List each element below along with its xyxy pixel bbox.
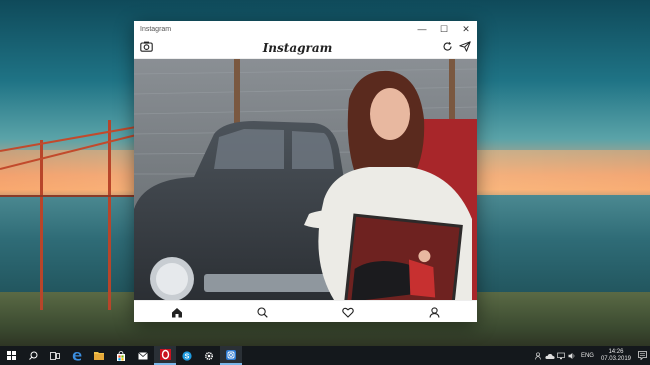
minimize-button[interactable]: — <box>411 21 433 37</box>
instagram-logo: Instagram <box>262 40 333 55</box>
settings-icon[interactable] <box>198 346 220 365</box>
instagram-window: Instagram — ☐ ✕ Instagram <box>134 21 477 322</box>
file-explorer-icon[interactable] <box>88 346 110 365</box>
photo-illustration <box>134 59 477 300</box>
instagram-app-icon[interactable] <box>220 346 242 365</box>
window-title: Instagram <box>140 25 172 33</box>
skype-icon[interactable]: S <box>176 346 198 365</box>
bridge-tower <box>108 120 111 310</box>
bottom-nav <box>134 300 477 324</box>
people-icon[interactable] <box>534 346 545 365</box>
window-controls: — ☐ ✕ <box>411 21 477 37</box>
taskbar: S ENG 14:26 07.03.2019 <box>0 346 650 365</box>
store-icon[interactable] <box>110 346 132 365</box>
refresh-icon[interactable] <box>442 39 453 57</box>
taskbar-apps: S <box>0 346 242 365</box>
heart-icon[interactable] <box>333 303 363 323</box>
bridge-deck <box>0 195 134 197</box>
search-icon[interactable] <box>22 346 44 365</box>
window-titlebar[interactable]: Instagram — ☐ ✕ <box>134 21 477 37</box>
start-icon[interactable] <box>0 346 22 365</box>
search-icon[interactable] <box>248 303 278 323</box>
profile-icon[interactable] <box>419 303 449 323</box>
camera-icon[interactable] <box>140 39 153 57</box>
volume-icon[interactable] <box>567 346 578 365</box>
bridge-tower <box>40 140 43 310</box>
close-button[interactable]: ✕ <box>455 21 477 37</box>
feed-photo[interactable] <box>134 59 477 300</box>
onedrive-icon[interactable] <box>545 346 556 365</box>
mail-icon[interactable] <box>132 346 154 365</box>
edge-icon[interactable] <box>66 346 88 365</box>
svg-text:S: S <box>185 353 190 360</box>
clock-time: 14:26 <box>608 348 624 355</box>
task-view-icon[interactable] <box>44 346 66 365</box>
header-actions <box>442 39 471 57</box>
clock[interactable]: 14:26 07.03.2019 <box>597 349 635 363</box>
language-indicator[interactable]: ENG <box>578 353 597 359</box>
network-icon[interactable] <box>556 346 567 365</box>
notifications-icon[interactable] <box>635 346 650 365</box>
home-icon[interactable] <box>162 303 192 323</box>
system-tray: ENG 14:26 07.03.2019 <box>534 346 650 365</box>
maximize-button[interactable]: ☐ <box>433 21 455 37</box>
app-header: Instagram <box>134 37 477 59</box>
send-icon[interactable] <box>459 39 471 57</box>
opera-icon[interactable] <box>154 346 176 365</box>
clock-date: 07.03.2019 <box>600 355 631 362</box>
